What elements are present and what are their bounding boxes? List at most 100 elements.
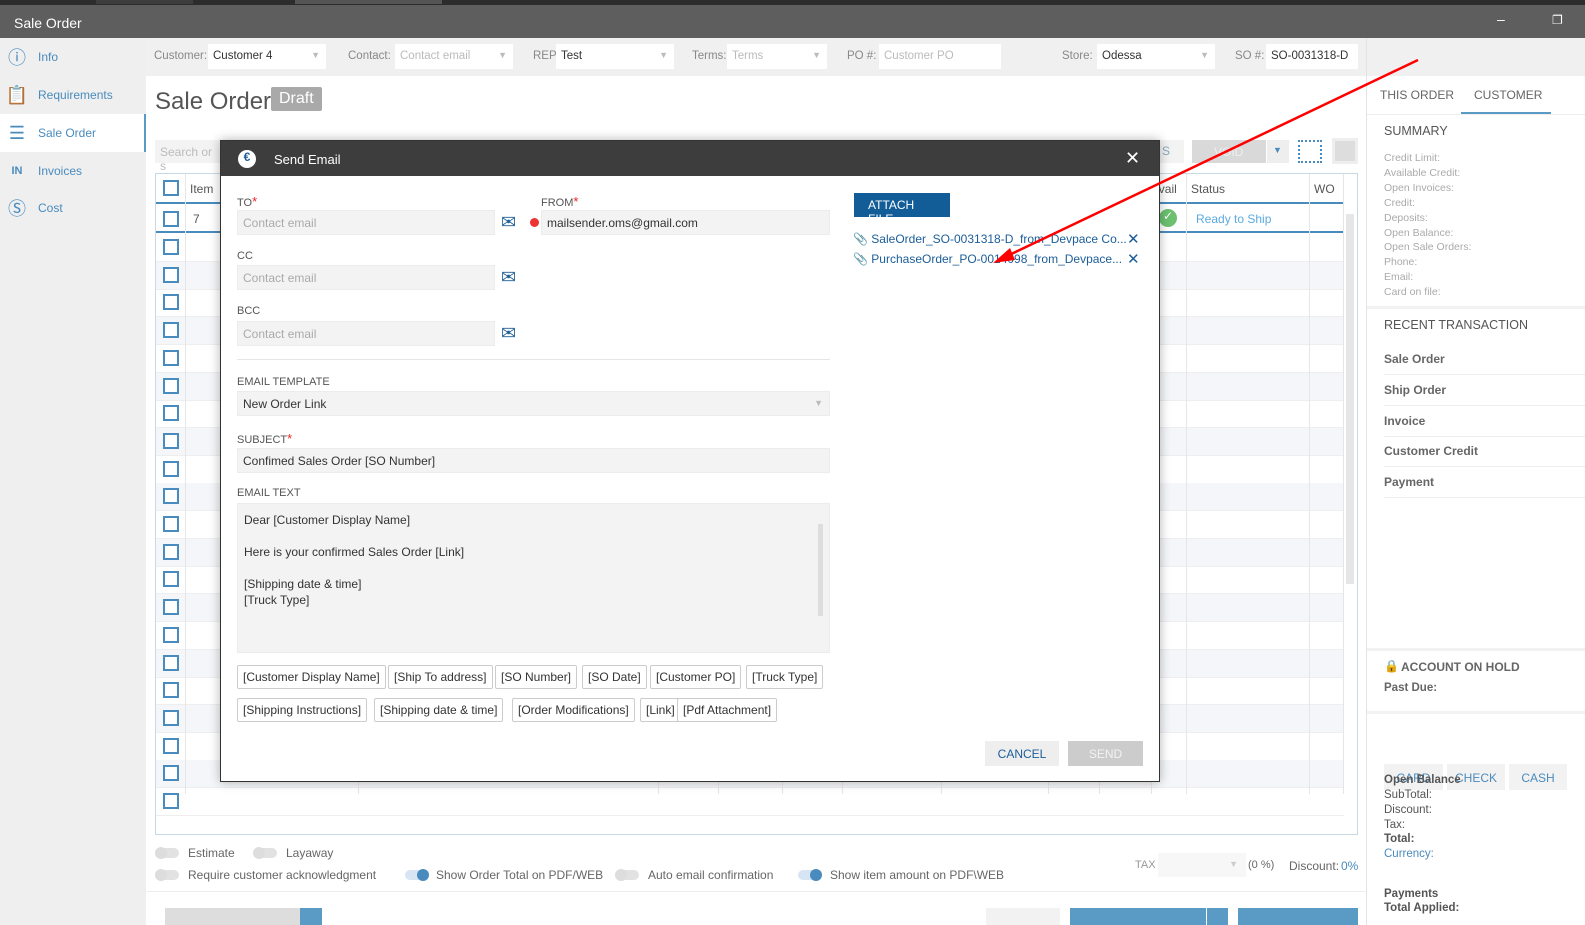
- auto-email-toggle[interactable]: [615, 869, 639, 881]
- row-checkbox[interactable]: [163, 765, 179, 782]
- footer-primary-button[interactable]: [1070, 908, 1206, 925]
- placeholder-tag-button[interactable]: [Link]: [640, 698, 681, 722]
- row-checkbox[interactable]: [163, 654, 179, 671]
- placeholder-tag-button[interactable]: [Customer Display Name]: [237, 665, 386, 689]
- row-checkbox[interactable]: [163, 571, 179, 588]
- row-checkbox[interactable]: [163, 211, 179, 227]
- row-checkbox[interactable]: [163, 599, 179, 616]
- show-item-amount-toggle[interactable]: [798, 869, 822, 881]
- s-button[interactable]: S: [1160, 140, 1184, 163]
- row-checkbox[interactable]: [163, 709, 179, 726]
- window-tab[interactable]: [295, 0, 442, 4]
- row-checkbox[interactable]: [163, 543, 179, 560]
- footer-primary-button[interactable]: [1238, 908, 1358, 925]
- row-checkbox[interactable]: [163, 626, 179, 643]
- recent-transaction-item[interactable]: Invoice: [1384, 406, 1585, 437]
- placeholder-tag-button[interactable]: [Pdf Attachment]: [677, 698, 778, 722]
- footer-button[interactable]: [165, 908, 300, 925]
- row-checkbox[interactable]: [163, 793, 179, 809]
- po-input[interactable]: Customer PO: [879, 44, 1001, 69]
- row-checkbox[interactable]: [163, 294, 179, 311]
- row-checkbox[interactable]: [163, 239, 179, 255]
- placeholder-tag-button[interactable]: [Customer PO]: [650, 665, 742, 689]
- recent-transaction-item[interactable]: Payment: [1384, 467, 1585, 499]
- send-button[interactable]: SEND: [1068, 741, 1143, 766]
- table-row[interactable]: [156, 788, 1344, 816]
- footer-dropdown-button[interactable]: [1207, 908, 1228, 925]
- row-checkbox[interactable]: [163, 405, 179, 422]
- recent-transaction-item[interactable]: Customer Credit: [1384, 436, 1585, 468]
- select-area-icon[interactable]: [1298, 140, 1322, 163]
- row-checkbox[interactable]: [163, 488, 179, 505]
- placeholder-tag-button[interactable]: [Ship To address]: [388, 665, 493, 689]
- row-checkbox[interactable]: [163, 266, 179, 283]
- attachment-link[interactable]: 📎 SaleOrder_SO-0031318-D_from_Devpace Co…: [853, 232, 1127, 246]
- store-select[interactable]: Odessa ▼: [1097, 44, 1215, 69]
- recent-transaction-item[interactable]: Sale Order: [1384, 344, 1585, 375]
- contact-select[interactable]: Contact email ▼: [395, 44, 513, 69]
- row-checkbox[interactable]: [163, 322, 179, 339]
- window-tab[interactable]: [96, 0, 193, 4]
- discount-value[interactable]: 0%: [1341, 859, 1358, 873]
- search-input[interactable]: Search or s: [155, 140, 225, 173]
- close-icon[interactable]: ✕: [1125, 148, 1140, 169]
- placeholder-tag-button[interactable]: [Shipping date & time]: [374, 698, 504, 722]
- layaway-toggle[interactable]: [253, 847, 277, 859]
- placeholder-tag-button[interactable]: [SO Number]: [495, 665, 578, 689]
- restore-icon[interactable]: ❐: [1552, 13, 1563, 27]
- row-checkbox[interactable]: [163, 377, 179, 394]
- minimize-icon[interactable]: ‒: [1497, 11, 1505, 27]
- placeholder-tag-button[interactable]: [SO Date]: [582, 665, 647, 689]
- sidebar-item-invoices[interactable]: IN Invoices: [0, 152, 146, 190]
- row-checkbox[interactable]: [163, 432, 179, 449]
- cancel-button[interactable]: CANCEL: [985, 741, 1059, 766]
- row-checkbox[interactable]: [163, 349, 179, 366]
- show-order-total-toggle[interactable]: [405, 869, 429, 881]
- recent-transaction-item[interactable]: Ship Order: [1384, 375, 1585, 406]
- email-text-area[interactable]: Dear [Customer Display Name] Here is you…: [237, 503, 830, 653]
- select-all-checkbox[interactable]: [163, 180, 179, 196]
- footer-button[interactable]: [986, 908, 1060, 925]
- tax-select[interactable]: ▼: [1158, 853, 1246, 877]
- remove-attachment-icon[interactable]: ✕: [1127, 230, 1140, 248]
- void-button[interactable]: VOID: [1192, 140, 1266, 163]
- subject-input[interactable]: Confimed Sales Order [SO Number]: [237, 448, 830, 473]
- mail-icon[interactable]: ✉: [501, 324, 516, 342]
- tab-this-order[interactable]: THIS ORDER: [1380, 88, 1454, 102]
- grid-scrollbar[interactable]: [1346, 214, 1354, 584]
- row-checkbox[interactable]: [163, 682, 179, 699]
- tab-customer[interactable]: CUSTOMER: [1474, 88, 1542, 102]
- sidebar-item-sale-order[interactable]: ☰ Sale Order: [0, 114, 146, 152]
- footer-dropdown-button[interactable]: [300, 908, 322, 925]
- text-scrollbar[interactable]: [818, 524, 823, 616]
- placeholder-tag-button[interactable]: [Order Modifications]: [512, 698, 635, 722]
- sidebar-item-requirements[interactable]: 📋 Requirements: [0, 76, 146, 114]
- currency-link[interactable]: Currency:: [1384, 848, 1434, 860]
- require-ack-toggle[interactable]: [155, 869, 179, 881]
- estimate-toggle[interactable]: [155, 847, 179, 859]
- layout-icon[interactable]: [1332, 138, 1358, 164]
- cc-input[interactable]: Contact email: [237, 265, 495, 290]
- to-input[interactable]: Contact email: [237, 210, 495, 235]
- attach-file-button[interactable]: ATTACH FILE: [854, 193, 950, 226]
- bcc-input[interactable]: Contact email: [237, 321, 495, 346]
- mail-icon[interactable]: ✉: [501, 268, 516, 286]
- terms-select[interactable]: Terms ▼: [727, 44, 827, 69]
- row-checkbox[interactable]: [163, 516, 179, 532]
- customer-select[interactable]: Customer 4 ▼: [208, 44, 326, 69]
- cash-button[interactable]: CASH: [1509, 764, 1567, 790]
- sidebar-item-cost[interactable]: Ⓢ Cost: [0, 189, 146, 227]
- placeholder-tag-button[interactable]: [Shipping Instructions]: [237, 698, 368, 722]
- sidebar-item-info[interactable]: ⓘ Info: [0, 38, 146, 76]
- void-dropdown-chevron-icon[interactable]: ▼: [1267, 140, 1289, 163]
- attachment-link[interactable]: 📎 PurchaseOrder_PO-0014098_from_Devpace.…: [853, 252, 1122, 266]
- so-number-field[interactable]: SO-0031318-D: [1266, 44, 1358, 69]
- template-select[interactable]: New Order Link ▼: [237, 391, 830, 416]
- row-checkbox[interactable]: [163, 737, 179, 754]
- remove-attachment-icon[interactable]: ✕: [1127, 250, 1140, 268]
- placeholder-tag-button[interactable]: [Truck Type]: [746, 665, 824, 689]
- rep-select[interactable]: Test ▼: [556, 44, 674, 69]
- mail-icon[interactable]: ✉: [501, 213, 516, 231]
- from-input[interactable]: mailsender.oms@gmail.com: [541, 210, 830, 235]
- row-checkbox[interactable]: [163, 460, 179, 477]
